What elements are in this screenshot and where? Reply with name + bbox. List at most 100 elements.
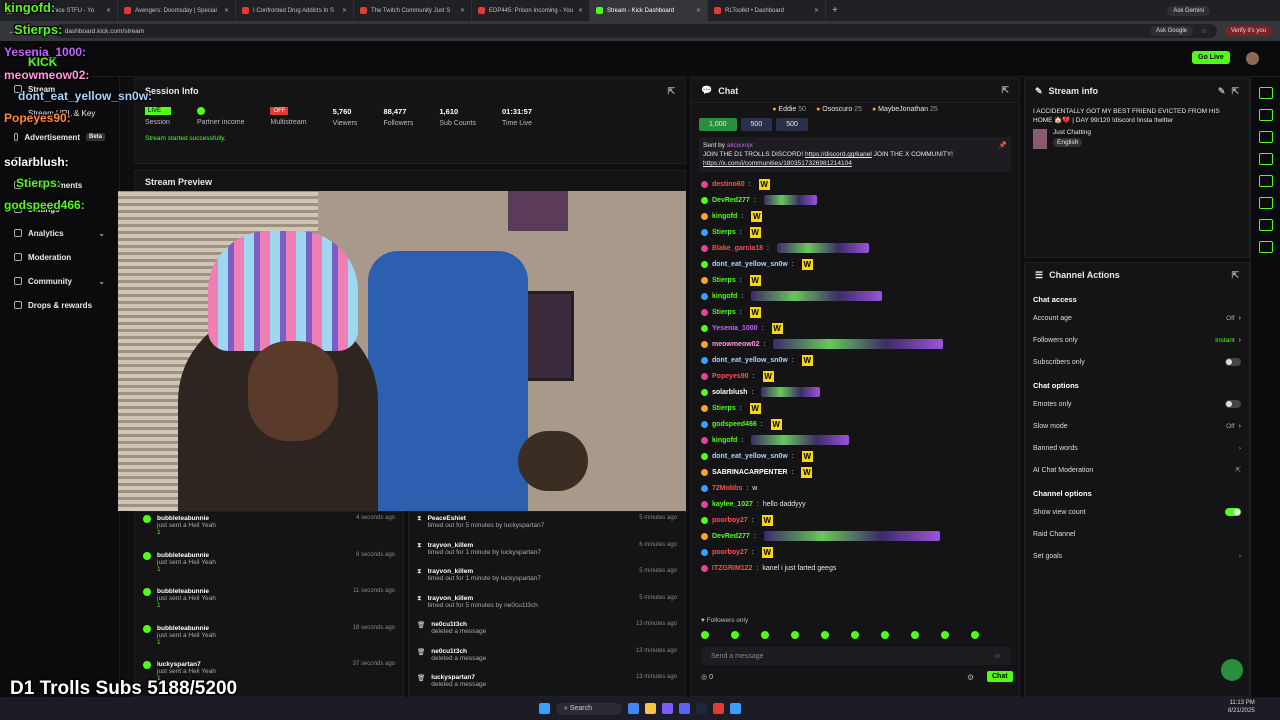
- set-goals-row[interactable]: Set goals ›: [1025, 545, 1249, 567]
- close-icon[interactable]: ✕: [224, 7, 229, 14]
- close-icon[interactable]: ✕: [106, 7, 111, 14]
- chat-username[interactable]: destino60: [712, 181, 745, 188]
- rail-button[interactable]: [1258, 131, 1273, 143]
- rail-button[interactable]: [1258, 197, 1273, 209]
- emote-icon[interactable]: [911, 631, 919, 639]
- sidebar-item-analytics[interactable]: Analytics ⌄: [0, 221, 119, 245]
- emote-icon[interactable]: [851, 631, 859, 639]
- gear-icon[interactable]: ⚙: [967, 673, 974, 682]
- browser-tab-active[interactable]: Stream - Kick Dashboard ✕: [590, 0, 708, 21]
- chat-username[interactable]: dont_eat_yellow_sn0w: [712, 261, 788, 268]
- chat-username[interactable]: DevRed277: [712, 533, 750, 540]
- rail-button[interactable]: [1258, 241, 1273, 253]
- app-icon[interactable]: [662, 703, 674, 714]
- raid-channel-row[interactable]: Raid Channel: [1025, 523, 1249, 545]
- emote-icon[interactable]: [791, 631, 799, 639]
- chat-username[interactable]: Stierps: [712, 309, 736, 316]
- emoji-icon[interactable]: ☺: [994, 653, 1001, 660]
- browser-tab[interactable]: The Twitch Community Just S ✕: [354, 0, 472, 21]
- chat-username[interactable]: poorboy27: [712, 549, 748, 556]
- followers-only-row[interactable]: Followers only Instant ›: [1025, 329, 1249, 351]
- slow-mode-row[interactable]: Slow mode Off ›: [1025, 415, 1249, 437]
- rail-button[interactable]: [1258, 219, 1273, 231]
- close-icon[interactable]: ✕: [696, 7, 701, 14]
- chat-send-button[interactable]: Chat: [987, 671, 1013, 682]
- ask-google-button[interactable]: Ask Google: [1149, 26, 1193, 36]
- sidebar-item-moderation[interactable]: Moderation: [0, 245, 119, 269]
- close-icon[interactable]: ✕: [342, 7, 347, 14]
- browser-tab[interactable]: I Confronted Drug Addicts In S ✕: [236, 0, 354, 21]
- gift-button[interactable]: 500: [776, 118, 808, 131]
- chat-username[interactable]: solarblush: [712, 389, 747, 396]
- rail-button[interactable]: [1258, 109, 1273, 121]
- chat-username[interactable]: kingofd: [712, 213, 737, 220]
- windows-start-icon[interactable]: [538, 703, 550, 714]
- ask-gemini-button[interactable]: Ask Gemini: [1167, 5, 1210, 16]
- go-live-button[interactable]: Go Live: [1192, 51, 1230, 64]
- new-tab-button[interactable]: +: [832, 5, 838, 16]
- close-icon[interactable]: ✕: [460, 7, 465, 14]
- chat-username[interactable]: poorboy27: [712, 517, 748, 524]
- pin-icon[interactable]: 📌: [999, 141, 1007, 150]
- rail-button[interactable]: [1258, 153, 1273, 165]
- emote-icon[interactable]: [731, 631, 739, 639]
- chat-username[interactable]: Stierps: [712, 277, 736, 284]
- browser-tab[interactable]: RLToolkit • Dashboard ✕: [708, 0, 826, 21]
- url-field[interactable]: dashboard.kick.com/stream Ask Google ☆: [54, 24, 1217, 38]
- taskbar-search[interactable]: ⌕ Search: [555, 702, 623, 715]
- popout-icon[interactable]: ⇱: [667, 86, 675, 97]
- emote-icon[interactable]: [941, 631, 949, 639]
- account-age-row[interactable]: Account age Off ›: [1025, 307, 1249, 329]
- chat-username[interactable]: kaylee_1027: [712, 501, 753, 508]
- help-button[interactable]: [1221, 659, 1243, 681]
- emote-icon[interactable]: [821, 631, 829, 639]
- sidebar-item-drops[interactable]: Drops & rewards: [0, 293, 119, 317]
- discord-icon[interactable]: [679, 703, 691, 714]
- chat-username[interactable]: Stierps: [712, 229, 736, 236]
- chat-username[interactable]: dont_eat_yellow_sn0w: [712, 453, 788, 460]
- rail-button[interactable]: [1258, 175, 1273, 187]
- star-icon[interactable]: ☆: [1201, 27, 1207, 35]
- chat-username[interactable]: Stierps: [712, 405, 736, 412]
- avatar[interactable]: [1246, 52, 1259, 65]
- chat-username[interactable]: Yesenia_1000: [712, 325, 758, 332]
- steam-icon[interactable]: [696, 703, 708, 714]
- chat-username[interactable]: ITZGRIM122: [712, 565, 752, 572]
- close-icon[interactable]: ✕: [578, 7, 583, 14]
- edit-icon[interactable]: ✎: [1218, 86, 1226, 97]
- folder-icon[interactable]: [645, 703, 657, 714]
- rail-button[interactable]: [1258, 87, 1273, 99]
- sidebar-item-community[interactable]: Community ⌄: [0, 269, 119, 293]
- close-icon[interactable]: ✕: [814, 7, 819, 14]
- emote-icon[interactable]: [701, 631, 709, 639]
- chat-username[interactable]: SABRINACARPENTER: [712, 469, 787, 476]
- browser-tab[interactable]: Avengers: Doomsday | Special ✕: [118, 0, 236, 21]
- subscribers-only-toggle[interactable]: [1225, 358, 1241, 366]
- gift-button[interactable]: 1,000: [699, 118, 737, 131]
- chat-username[interactable]: dont_eat_yellow_sn0w: [712, 357, 788, 364]
- chat-input[interactable]: Send a message ☺: [701, 647, 1011, 665]
- chat-username[interactable]: Popeyes90: [712, 373, 749, 380]
- emote-icon[interactable]: [971, 631, 979, 639]
- browser-tab[interactable]: EDP445: Prison Incoming - You ✕: [472, 0, 590, 21]
- stream-preview-video[interactable]: [118, 191, 686, 511]
- emote-icon[interactable]: [881, 631, 889, 639]
- banned-words-row[interactable]: Banned words ›: [1025, 437, 1249, 459]
- chat-username[interactable]: kingofd: [712, 293, 737, 300]
- chat-username[interactable]: Blake_garcia18: [712, 245, 763, 252]
- chat-username[interactable]: kingofd: [712, 437, 737, 444]
- emotes-only-toggle[interactable]: [1225, 400, 1241, 408]
- show-view-count-toggle[interactable]: [1225, 508, 1241, 516]
- verify-button[interactable]: Verify it's you: [1224, 26, 1272, 36]
- chat-username[interactable]: 72Mobbs: [712, 485, 742, 492]
- popout-icon[interactable]: ⇱: [1231, 86, 1239, 97]
- popout-icon[interactable]: ⇱: [1001, 85, 1009, 96]
- app-icon[interactable]: [730, 703, 742, 714]
- emote-icon[interactable]: [761, 631, 769, 639]
- chrome-icon[interactable]: [628, 703, 640, 714]
- ai-moderation-row[interactable]: AI Chat Moderation ⇱: [1025, 459, 1249, 481]
- chat-username[interactable]: DevRed277: [712, 197, 750, 204]
- chat-username[interactable]: meowmeow02: [712, 341, 759, 348]
- chat-username[interactable]: godspeed466: [712, 421, 757, 428]
- obs-icon[interactable]: [713, 703, 725, 714]
